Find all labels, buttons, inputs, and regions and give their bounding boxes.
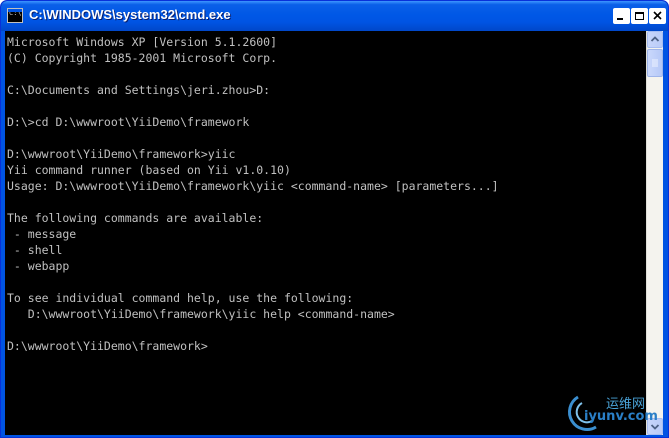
window-border-right xyxy=(663,31,668,437)
arrow-up-icon xyxy=(650,36,660,42)
scrollbar-thumb[interactable] xyxy=(647,49,663,77)
console-line: - message xyxy=(7,227,77,241)
cmd-icon[interactable]: C:\ xyxy=(7,8,23,23)
console-text: Microsoft Windows XP [Version 5.1.2600] … xyxy=(5,31,646,354)
vertical-scrollbar[interactable] xyxy=(646,31,663,435)
window-title: C:\WINDOWS\system32\cmd.exe xyxy=(29,7,231,22)
console-line: Microsoft Windows XP [Version 5.1.2600] xyxy=(7,35,278,49)
cmd-window: C:\ C:\WINDOWS\system32\cmd.exe Microsof… xyxy=(0,0,669,438)
console-line: The following commands are available: xyxy=(7,211,264,225)
scroll-up-button[interactable] xyxy=(647,31,663,48)
maximize-button[interactable] xyxy=(631,8,648,24)
console-line: - webapp xyxy=(7,259,70,273)
close-icon xyxy=(653,11,662,20)
minimize-icon xyxy=(617,18,623,20)
console-line: D:\wwwroot\YiiDemo\framework\yiic help <… xyxy=(7,307,395,321)
console-line: Usage: D:\wwwroot\YiiDemo\framework\yiic… xyxy=(7,179,499,193)
minimize-button[interactable] xyxy=(613,8,630,24)
close-button[interactable] xyxy=(649,8,666,24)
console-line: Yii command runner (based on Yii v1.0.10… xyxy=(7,163,291,177)
console-line: D:\>cd D:\wwwroot\YiiDemo\framework xyxy=(7,115,250,129)
console-line: - shell xyxy=(7,243,63,257)
console-line: (C) Copyright 1985-2001 Microsoft Corp. xyxy=(7,51,278,65)
console-output[interactable]: Microsoft Windows XP [Version 5.1.2600] … xyxy=(5,31,646,435)
console-line: C:\Documents and Settings\jeri.zhou>D: xyxy=(7,83,271,97)
grip-icon xyxy=(652,59,658,67)
console-line: D:\wwwroot\YiiDemo\framework> xyxy=(7,339,208,353)
console-line: D:\wwwroot\YiiDemo\framework>yiic xyxy=(7,147,236,161)
watermark-bottom-text: iyunv.com xyxy=(584,409,658,424)
maximize-icon xyxy=(635,12,644,20)
site-watermark: 运维网 iyunv.com xyxy=(566,391,666,435)
console-line: To see individual command help, use the … xyxy=(7,291,354,305)
title-bar[interactable]: C:\ C:\WINDOWS\system32\cmd.exe xyxy=(1,1,668,31)
